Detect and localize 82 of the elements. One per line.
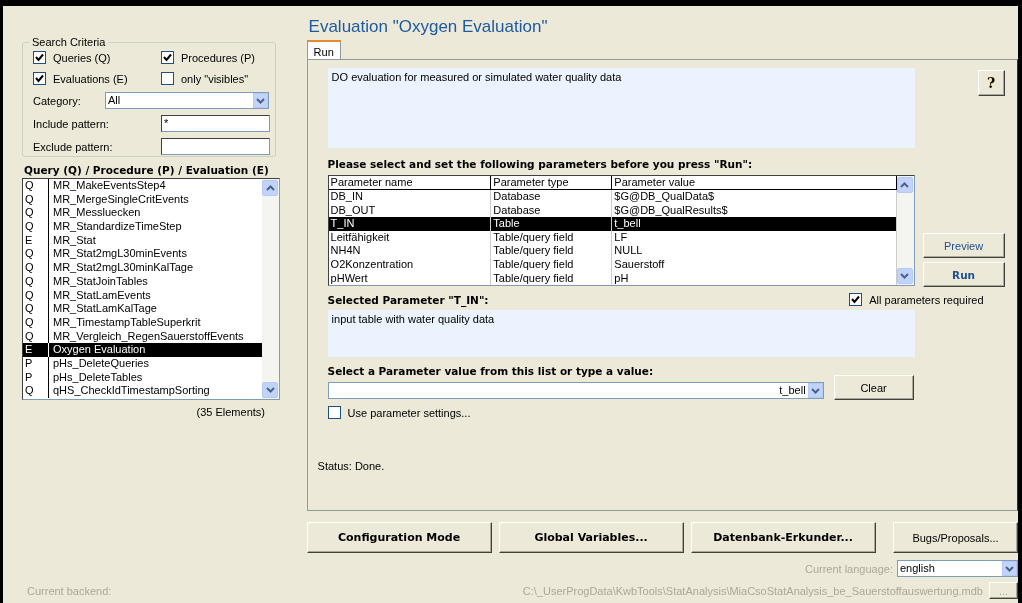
category-dropdown[interactable]: All (105, 92, 269, 109)
checkbox-label: Use parameter settings... (347, 406, 471, 419)
run-button[interactable]: Run (922, 262, 1005, 287)
list-item[interactable]: E Oxygen Evaluation (23, 343, 262, 357)
dropdown-button[interactable] (1002, 561, 1017, 576)
checkmark-icon (34, 52, 45, 63)
action-button[interactable]: Global Variables... (498, 522, 684, 553)
checkbox[interactable] (33, 51, 46, 64)
action-button[interactable]: Configuration Mode (306, 522, 492, 553)
action-button[interactable]: Datenbank-Erkunder... (690, 522, 876, 553)
checkmark-icon (162, 52, 173, 63)
window-title: Evaluation "Oxygen Evaluation" (307, 17, 549, 38)
list-item[interactable]: E MR_Stat (23, 233, 262, 248)
checkmark-icon (850, 294, 862, 305)
list-item[interactable]: Q MR_StandardizeTimeStep (23, 220, 262, 234)
list-item[interactable]: Q MR_Stat2mgL30minKalTage (23, 261, 262, 275)
dropdown-button[interactable] (807, 383, 823, 398)
list-item[interactable]: Q MR_TimestampTableSuperkrit (23, 315, 262, 330)
section-heading: Select a Parameter value from this list or type a value: (327, 365, 655, 377)
field-label: Current language: (804, 562, 893, 575)
section-heading: Selected Parameter "T_IN": (327, 293, 489, 306)
checkbox-label: Evaluations (E) (53, 72, 128, 85)
tab[interactable]: Run (306, 40, 341, 59)
chevron-down-icon (810, 387, 820, 394)
element-count: (35 Elements) (195, 406, 265, 418)
group-label: Search Criteria (31, 36, 107, 48)
list-item[interactable]: Q MR_Stat2mgL30minEvents (23, 247, 262, 262)
column-header[interactable]: Parameter name (328, 176, 491, 190)
action-button[interactable]: Bugs/Proposals... (893, 522, 1018, 553)
scroll-down-button[interactable] (262, 382, 278, 398)
chevron-up-icon (900, 182, 910, 188)
chevron-down-icon (900, 273, 910, 279)
table-row[interactable]: DB_OUT Database $G@DB_QualResults$ (328, 203, 897, 217)
file-path: C:\_UserProgData\KwbTools\StatAnalysis\MiaCsoStatAnalysis_be_Sauerstoffauswertung.mdb (522, 584, 983, 597)
list-item[interactable]: Q MR_StatJoinTables (23, 274, 262, 289)
list-item[interactable]: Q MR_StatLamEvents (23, 288, 262, 303)
language-dropdown[interactable]: english (897, 560, 1018, 577)
table-row[interactable]: Leitfähigkeit Table/query field LF (328, 230, 897, 245)
checkbox[interactable] (849, 293, 863, 306)
table-row[interactable]: NH4N Table/query field NULL (328, 244, 897, 258)
chevron-up-icon (265, 185, 275, 191)
checkbox-label: All parameters required (869, 293, 984, 306)
list-item[interactable]: Q MR_Messluecken (23, 206, 262, 221)
field-label: Include pattern: (33, 117, 110, 130)
list-item[interactable]: Q MR_MergeSingleCritEvents (23, 192, 262, 207)
dropdown-button[interactable] (253, 93, 268, 108)
description-box: DO evaluation for measured or simulated water quality data (327, 68, 915, 148)
checkbox[interactable] (33, 72, 46, 85)
table-row[interactable]: DB_IN Database $G@DB_QualData$ (328, 189, 897, 204)
checkbox[interactable] (327, 406, 341, 419)
description-box: input table with water quality data (327, 310, 915, 357)
checkmark-icon (34, 73, 45, 84)
list-item[interactable]: Q MR_MakeEventsStep4 (23, 179, 262, 193)
table-row[interactable]: pHWert Table/query field pH (328, 271, 897, 285)
section-heading: Please select and set the following parameters before you press "Run": (327, 158, 754, 171)
scrollbar[interactable] (262, 179, 279, 399)
chevron-down-icon (256, 97, 265, 104)
preview-button[interactable]: Preview (922, 233, 1005, 258)
value-dropdown[interactable]: t_bell (327, 382, 824, 399)
column-header[interactable]: Parameter value (611, 176, 897, 190)
checkbox[interactable] (161, 51, 174, 64)
checkbox-label: Procedures (P) (181, 51, 255, 64)
clear-button[interactable]: Clear (833, 375, 914, 400)
chevron-down-icon (1005, 565, 1014, 572)
checkbox-label: only "visibles" (181, 72, 249, 85)
checkbox-label: Queries (Q) (53, 51, 111, 64)
help-button[interactable]: ? (977, 70, 1005, 96)
list-item[interactable]: Q qHS_CheckIdTimestampSorting (23, 384, 262, 398)
status-text: Status: Done. (317, 460, 386, 472)
table-row[interactable]: O2Konzentration Table/query field Sauerstoff (328, 257, 897, 272)
list-heading: Query (Q) / Procedure (P) / Evaluation (E) (24, 164, 270, 176)
list-item[interactable]: Q MR_StatLamKalTage (23, 302, 262, 316)
field-label: Current backend: (27, 584, 112, 597)
chevron-down-icon (265, 387, 275, 393)
field-label: Exclude pattern: (33, 140, 114, 153)
column-header[interactable]: Parameter type (490, 176, 612, 190)
list-item[interactable]: P pHs_DeleteTables (23, 370, 262, 385)
pattern-field[interactable] (161, 138, 270, 155)
list-item[interactable]: P pHs_DeleteQueries (23, 356, 262, 371)
field-label: Category: (33, 94, 82, 107)
checkbox[interactable] (161, 72, 174, 85)
pattern-field[interactable]: * (161, 115, 270, 132)
